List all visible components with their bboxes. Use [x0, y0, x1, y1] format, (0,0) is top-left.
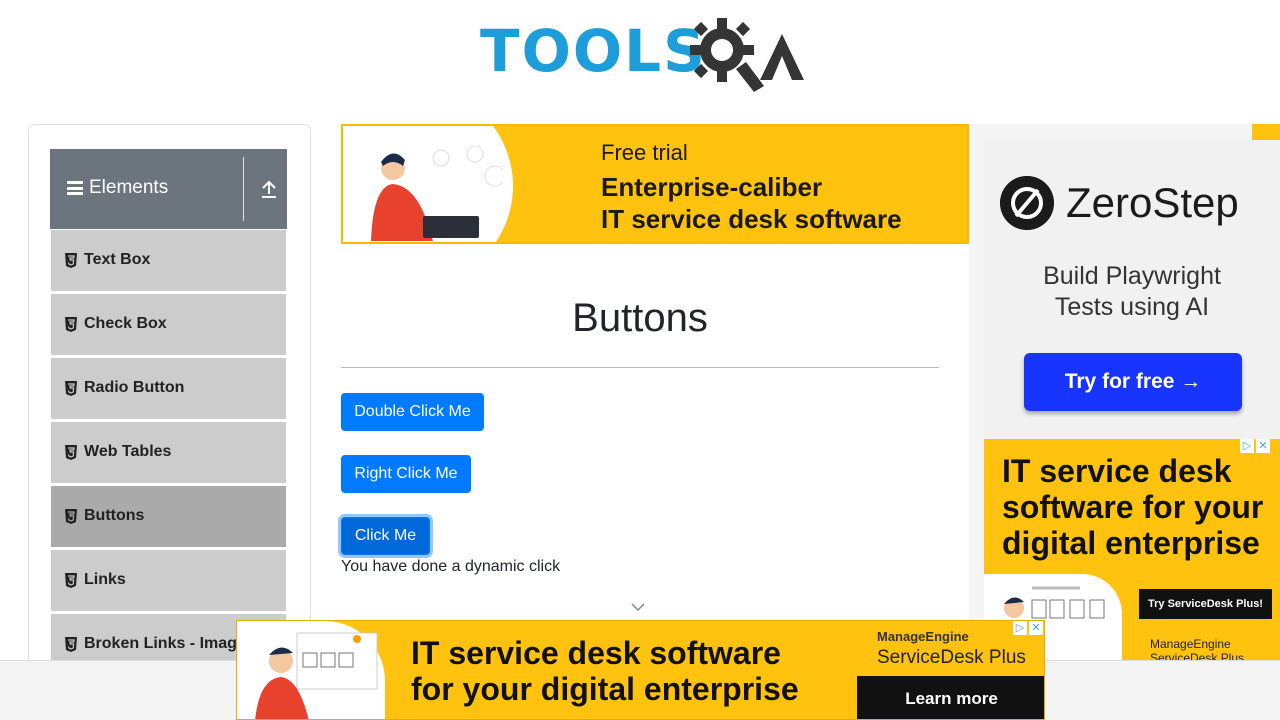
bottom-ad-brand-2: ServiceDesk Plus	[877, 647, 1026, 668]
ad-choices-icon[interactable]: ▷	[1013, 621, 1027, 635]
html5-icon	[65, 381, 77, 396]
sidebar-item-radio-button[interactable]: Radio Button	[50, 357, 287, 420]
html5-icon	[65, 509, 77, 524]
sidebar-item-label: Check Box	[84, 315, 167, 332]
double-click-button[interactable]: Double Click Me	[341, 393, 484, 431]
right-click-button[interactable]: Right Click Me	[341, 455, 471, 493]
click-me-button[interactable]: Click Me	[341, 517, 430, 555]
ad-line-1: Free trial	[601, 140, 688, 165]
sidebar-item-label: Buttons	[84, 507, 145, 524]
dynamic-click-message: You have done a dynamic click	[341, 558, 561, 575]
sidebar-item-label: Broken Links - Images	[84, 635, 255, 652]
sidebar-item-label: Links	[84, 571, 126, 588]
sidebar-item-web-tables[interactable]: Web Tables	[50, 421, 287, 484]
ad-brand-line-1: ManageEngine	[1150, 637, 1231, 651]
sidebar-item-label: Web Tables	[84, 443, 172, 460]
html5-icon	[65, 253, 77, 268]
zerostep-tagline-1: Build Playwright	[1043, 262, 1221, 290]
sidebar-item-links[interactable]: Links	[50, 549, 287, 612]
ad-brand: ManageEngine ServiceDesk Plus	[1150, 637, 1244, 660]
zerostep-ad[interactable]: ZeroStep Build Playwright Tests using AI…	[984, 140, 1280, 439]
html5-icon	[65, 317, 77, 332]
ad-line-2: Enterprise-caliber	[601, 172, 823, 202]
sidebar-item-label: Text Box	[84, 251, 151, 268]
ad-choices-icon[interactable]: ▷	[1240, 439, 1254, 453]
bottom-ad-line-1: IT service desk software	[411, 635, 781, 671]
person-at-laptop-illustration	[371, 146, 503, 241]
sidebar-item-buttons[interactable]: Buttons	[50, 485, 287, 548]
zerostep-tagline-2: Tests using AI	[1054, 293, 1210, 321]
bottom-ad-brand-1: ManageEngine	[877, 629, 969, 644]
try-for-free-button[interactable]: Try for free →	[1024, 353, 1242, 411]
page-title: Buttons	[572, 296, 708, 340]
bottom-ad-line-2: for your digital enterprise	[411, 671, 799, 707]
ad-brand-line-2: ServiceDesk Plus	[1150, 651, 1245, 660]
zerostep-brand: ZeroStep	[1066, 179, 1239, 226]
toolsqa-logo[interactable]: TOOLS	[480, 14, 806, 92]
close-icon[interactable]: ✕	[1029, 621, 1043, 635]
ad-line-3: IT service desk software	[601, 204, 902, 234]
bottom-ad-banner[interactable]: IT service desk software for your digita…	[236, 620, 1045, 720]
top-ad-banner[interactable]: Free trial Enterprise-caliber IT service…	[341, 124, 969, 244]
close-icon[interactable]: ✕	[1256, 439, 1270, 453]
logo-text-tools: TOOLS	[480, 17, 707, 85]
sidebar-item-label: Radio Button	[84, 379, 185, 396]
ad-edge-strip	[1252, 124, 1280, 140]
html5-icon	[65, 573, 77, 588]
zerostep-logo-icon	[1000, 176, 1054, 230]
ad-headline: IT service desk software for your digita…	[1002, 453, 1264, 561]
learn-more-button[interactable]: Learn more	[857, 676, 1044, 719]
title-divider	[341, 367, 939, 368]
try-servicedesk-button[interactable]: Try ServiceDesk Plus!	[1139, 589, 1272, 619]
html5-icon	[65, 637, 77, 652]
person-with-dashboard-illustration	[255, 632, 378, 719]
sidebar-item-check-box[interactable]: Check Box	[50, 293, 287, 356]
chevron-down-icon[interactable]	[630, 602, 646, 612]
sidebar-item-text-box[interactable]: Text Box	[50, 229, 287, 292]
html5-icon	[65, 445, 77, 460]
gear-icon	[690, 18, 804, 92]
